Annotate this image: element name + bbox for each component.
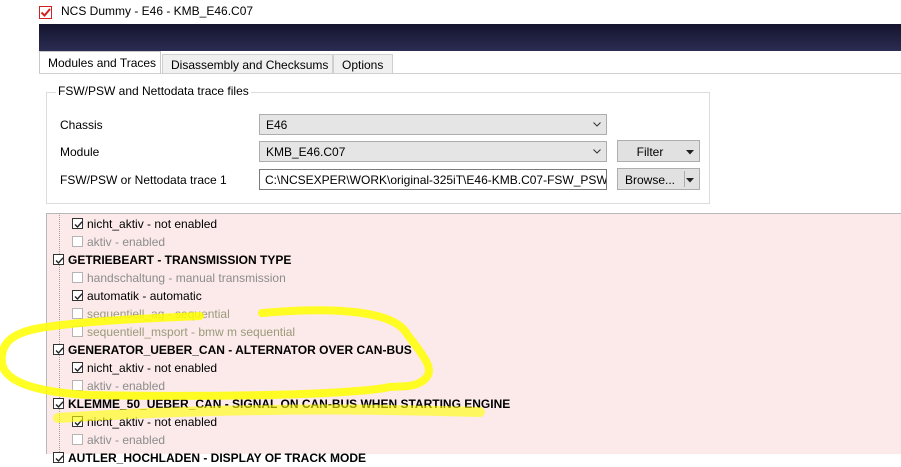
tree-row-label: AUTLER_HOCHLADEN - DISPLAY OF TRACK MODE xyxy=(68,451,367,465)
module-select[interactable]: KMB_E46.C07 xyxy=(259,141,607,162)
tab-label: Modules and Traces xyxy=(48,56,157,70)
trace-label: FSW/PSW or Nettodata trace 1 xyxy=(60,173,227,187)
tab-label: Options xyxy=(342,58,384,72)
checkmark-icon xyxy=(55,347,64,355)
tree-row-label: aktiv - enabled xyxy=(87,379,166,393)
tree-checkbox[interactable] xyxy=(72,218,83,229)
tree-row-label: nicht_aktiv - not enabled xyxy=(87,415,218,429)
tree-checkbox[interactable] xyxy=(72,272,83,283)
browse-button-label: Browse... xyxy=(624,173,675,187)
tab-disassembly-and-checksums[interactable]: Disassembly and Checksums xyxy=(162,54,333,73)
tree-row-label: sequentiell_ag - sequential xyxy=(87,307,230,321)
tree-row-label: GETRIEBEART - TRANSMISSION TYPE xyxy=(68,253,292,267)
filter-button-label: Filter xyxy=(636,145,664,159)
module-label: Module xyxy=(60,145,100,159)
tree-row-label: automatik - automatic xyxy=(87,289,202,303)
tree-row-label: nicht_aktiv - not enabled xyxy=(87,217,218,231)
chassis-value: E46 xyxy=(266,118,288,132)
tree-row-label: KLEMME_50_UEBER_CAN - SIGNAL ON CAN-BUS … xyxy=(68,397,511,411)
filter-button[interactable]: Filter xyxy=(617,140,700,162)
tab-bar: Modules and Traces Disassembly and Check… xyxy=(39,51,901,74)
title-banner xyxy=(39,24,901,51)
split-separator xyxy=(684,171,685,187)
tree-checkbox[interactable] xyxy=(72,326,83,337)
checkmark-icon xyxy=(55,455,64,463)
groupbox-legend: FSW/PSW and Nettodata trace files xyxy=(56,84,251,98)
tree-checkbox[interactable] xyxy=(72,308,83,319)
window-title: NCS Dummy - E46 - KMB_E46.C07 xyxy=(61,4,254,18)
checkmark-icon xyxy=(55,257,64,265)
tree-checkbox[interactable] xyxy=(72,290,83,301)
tab-divider xyxy=(39,73,901,74)
checkmark-icon xyxy=(55,401,64,409)
tab-options[interactable]: Options xyxy=(333,54,393,73)
tree-row-label: aktiv - enabled xyxy=(87,235,166,249)
tree-checkbox[interactable] xyxy=(72,380,83,391)
module-value: KMB_E46.C07 xyxy=(266,145,346,159)
tree-checkbox[interactable] xyxy=(72,362,83,373)
trace-file-path: C:\NCSEXPER\WORK\original-325iT\E46-KMB.… xyxy=(265,173,607,187)
browse-button[interactable]: Browse... xyxy=(617,168,700,190)
tree-guide-line xyxy=(59,213,60,454)
dropdown-arrow-icon xyxy=(686,150,694,155)
checkmark-icon xyxy=(74,365,83,373)
trace-file-input[interactable]: C:\NCSEXPER\WORK\original-325iT\E46-KMB.… xyxy=(259,169,607,190)
tab-modules-and-traces[interactable]: Modules and Traces xyxy=(39,51,161,74)
dropdown-arrow-icon xyxy=(686,178,694,183)
tree-row-label: nicht_aktiv - not enabled xyxy=(87,361,218,375)
chassis-label: Chassis xyxy=(60,118,103,132)
checkmark-icon xyxy=(74,419,83,427)
tree-checkbox[interactable] xyxy=(53,254,64,265)
chassis-select[interactable]: E46 xyxy=(259,114,607,135)
checkmark-icon xyxy=(74,293,83,301)
checkmark-icon xyxy=(74,221,83,229)
tree-checkbox[interactable] xyxy=(72,236,83,247)
chevron-down-icon xyxy=(593,122,601,127)
checkbox-app-icon xyxy=(39,6,52,19)
tree-checkbox[interactable] xyxy=(53,398,64,409)
tree-checkbox[interactable] xyxy=(53,344,64,355)
tree-row-label: GENERATOR_UEBER_CAN - ALTERNATOR OVER CA… xyxy=(68,343,412,357)
chevron-down-icon xyxy=(593,149,601,154)
title-bar: NCS Dummy - E46 - KMB_E46.C07 xyxy=(0,0,901,24)
tab-label: Disassembly and Checksums xyxy=(171,58,329,72)
tree-checkbox[interactable] xyxy=(72,434,83,445)
tree-row-label: sequentiell_msport - bmw m sequential xyxy=(87,325,296,339)
tree-checkbox[interactable] xyxy=(72,416,83,427)
tree-row-label: handschaltung - manual transmission xyxy=(87,271,286,285)
tree-row-label: aktiv - enabled xyxy=(87,433,166,447)
